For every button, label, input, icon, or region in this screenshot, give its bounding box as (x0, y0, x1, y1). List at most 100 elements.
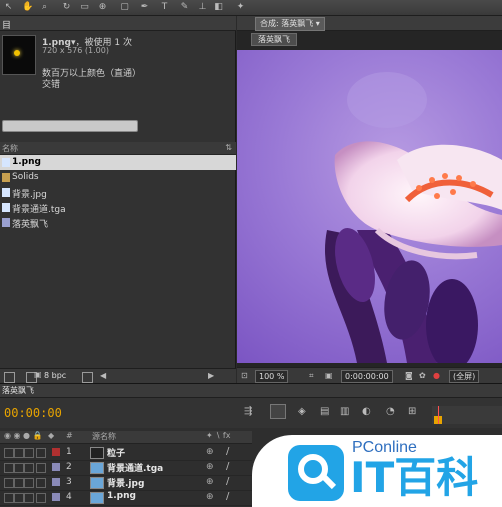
clone-tool-icon[interactable]: ⊥ (198, 3, 207, 12)
quality-switch-icon[interactable]: / (226, 461, 229, 472)
show-snapshot-icon[interactable]: ✿ (419, 370, 426, 381)
project-panel: 目 1.png▾，被使用 1 次 720 x 576 (1.00) 数百万以上颜… (0, 16, 236, 383)
pen-tool-icon[interactable]: ✒ (140, 3, 149, 12)
layer-row[interactable]: 2 背景通道.tga ⊕ / (0, 460, 252, 476)
composition-subtab[interactable]: 落英飘飞 (251, 33, 297, 46)
quality-switch-icon[interactable]: / (226, 476, 229, 487)
quality-switch-icon[interactable]: / (226, 491, 229, 502)
scroll-right-icon[interactable]: ▶ (208, 371, 214, 380)
channel-icon[interactable]: ● (433, 370, 440, 381)
layer-switch-box[interactable] (14, 478, 24, 488)
switches-header-icon[interactable]: ✦ ∖ fx (206, 431, 230, 440)
layer-label-color[interactable] (52, 463, 60, 471)
playhead-line (438, 406, 439, 424)
composition-panel-tab[interactable]: 合成: 落英飘飞 ▾ (237, 16, 502, 31)
snapshot-icon[interactable]: ◙ (405, 370, 413, 381)
layer-label-color[interactable] (52, 493, 60, 501)
puppet-tool-icon[interactable]: ✦ (236, 3, 245, 12)
layer-switch-box[interactable] (36, 493, 46, 503)
layer-row[interactable]: 1 粒子 ⊕ / (0, 445, 252, 461)
project-item[interactable]: 1.png (0, 155, 236, 170)
brush-tool-icon[interactable]: ✎ (180, 3, 189, 12)
composition-tab-label[interactable]: 合成: 落英飘飞 ▾ (255, 17, 325, 31)
layer-switch-box[interactable] (4, 463, 14, 473)
time-ruler[interactable] (432, 406, 502, 424)
rotate-tool-icon[interactable]: ↻ (62, 3, 71, 12)
layer-switch-box[interactable] (4, 448, 14, 458)
frame-blending-icon[interactable]: ▥ (340, 406, 349, 417)
project-column-header[interactable]: 名称 ⇅ (0, 142, 236, 155)
layer-switch-box[interactable] (14, 463, 24, 473)
layer-name[interactable]: 背景通道.tga (107, 461, 163, 474)
layer-label-color[interactable] (52, 478, 60, 486)
column-name-label: 名称 (2, 144, 18, 153)
quality-switch-icon[interactable]: / (226, 446, 229, 457)
zoom-tool-icon[interactable]: ⌕ (40, 3, 49, 12)
timeline-tab-label: 落英飘飞 (2, 386, 34, 395)
comp-button-icon[interactable] (270, 404, 286, 419)
project-panel-tab[interactable]: 目 (0, 16, 236, 31)
collapse-switch-icon[interactable]: ⊕ (206, 462, 214, 472)
layer-switch-box[interactable] (4, 478, 14, 488)
layer-number: 2 (66, 462, 72, 472)
project-item[interactable]: 背景通道.tga (0, 200, 236, 215)
pan-behind-tool-icon[interactable]: ⊕ (98, 3, 107, 12)
bpc-toggle[interactable]: 8 bpc (44, 371, 66, 380)
layer-label-color[interactable] (52, 448, 60, 456)
layer-switch-box[interactable] (36, 448, 46, 458)
draft-3d-icon[interactable]: ◈ (298, 406, 306, 417)
collapse-switch-icon[interactable]: ⊕ (206, 492, 214, 502)
layer-switch-box[interactable] (24, 448, 34, 458)
layer-switch-box[interactable] (24, 478, 34, 488)
layer-number: 4 (66, 492, 72, 502)
hand-tool-icon[interactable]: ✋ (22, 3, 33, 12)
selection-tool-icon[interactable]: ↖ (4, 3, 13, 12)
resolution-dropdown[interactable]: (全屏) (449, 370, 480, 383)
zoom-dropdown[interactable]: 100 % (255, 370, 289, 383)
viewer-timecode[interactable]: 0:00:00:00 (341, 370, 393, 383)
composition-viewer: 合成: 落英飘飞 ▾ 落英飘飞 ⊡ 100 % ⌗ ▣ 0:00:00:00 ◙… (237, 16, 502, 383)
layer-switch-box[interactable] (36, 478, 46, 488)
new-comp-icon[interactable]: ▣ (34, 370, 43, 379)
layer-name[interactable]: 1.png (107, 491, 136, 501)
scroll-left-icon[interactable]: ◀ (100, 371, 106, 380)
eraser-tool-icon[interactable]: ◧ (214, 3, 223, 12)
project-search-input[interactable] (2, 120, 138, 132)
mini-flowchart-icon[interactable]: ⇶ (244, 406, 252, 417)
project-item[interactable]: Solids (0, 170, 236, 185)
layer-name[interactable]: 粒子 (107, 446, 125, 459)
layer-row[interactable]: 3 背景.jpg ⊕ / (0, 475, 252, 491)
layer-switch-box[interactable] (14, 448, 24, 458)
mask-tool-icon[interactable]: ▢ (120, 3, 129, 12)
timeline-tab[interactable]: 落英飘飞 (0, 384, 502, 398)
project-item[interactable]: 落英飘飞 (0, 215, 236, 230)
layer-switch-box[interactable] (24, 463, 34, 473)
project-item-label: 1.png (12, 157, 41, 167)
text-tool-icon[interactable]: T (160, 3, 169, 12)
mask-visibility-icon[interactable]: ▣ (325, 370, 333, 381)
interpret-footage-icon[interactable] (4, 372, 15, 383)
project-item[interactable]: 背景.jpg (0, 185, 236, 200)
layer-switch-box[interactable] (36, 463, 46, 473)
composition-canvas[interactable] (237, 50, 502, 363)
layer-switch-box[interactable] (4, 493, 14, 503)
layer-switch-box[interactable] (24, 493, 34, 503)
graph-editor-icon[interactable]: ⊞ (408, 406, 416, 417)
grid-icon[interactable]: ⌗ (309, 370, 314, 381)
layer-switch-box[interactable] (14, 493, 24, 503)
timeline-timecode[interactable]: 00:00:00 (4, 406, 62, 420)
av-switch-header-icon[interactable]: ◉ ◉ ● 🔒 (4, 431, 43, 440)
layer-name[interactable]: 背景.jpg (107, 476, 144, 489)
source-name-header[interactable]: 源名称 (92, 431, 116, 442)
column-sort-icon[interactable]: ⇅ (225, 143, 232, 152)
brainstorm-icon[interactable]: ◔ (386, 406, 395, 417)
shy-layers-icon[interactable]: ▤ (320, 406, 329, 417)
collapse-switch-icon[interactable]: ⊕ (206, 477, 214, 487)
trash-icon[interactable] (82, 372, 93, 383)
label-header-icon[interactable]: ◆ (48, 431, 54, 440)
layer-row[interactable]: 4 1.png ⊕ / (0, 490, 252, 506)
fit-icon[interactable]: ⊡ (241, 370, 248, 381)
collapse-switch-icon[interactable]: ⊕ (206, 447, 214, 457)
motion-blur-icon[interactable]: ◐ (362, 406, 371, 417)
camera-tool-icon[interactable]: ▭ (80, 3, 89, 12)
